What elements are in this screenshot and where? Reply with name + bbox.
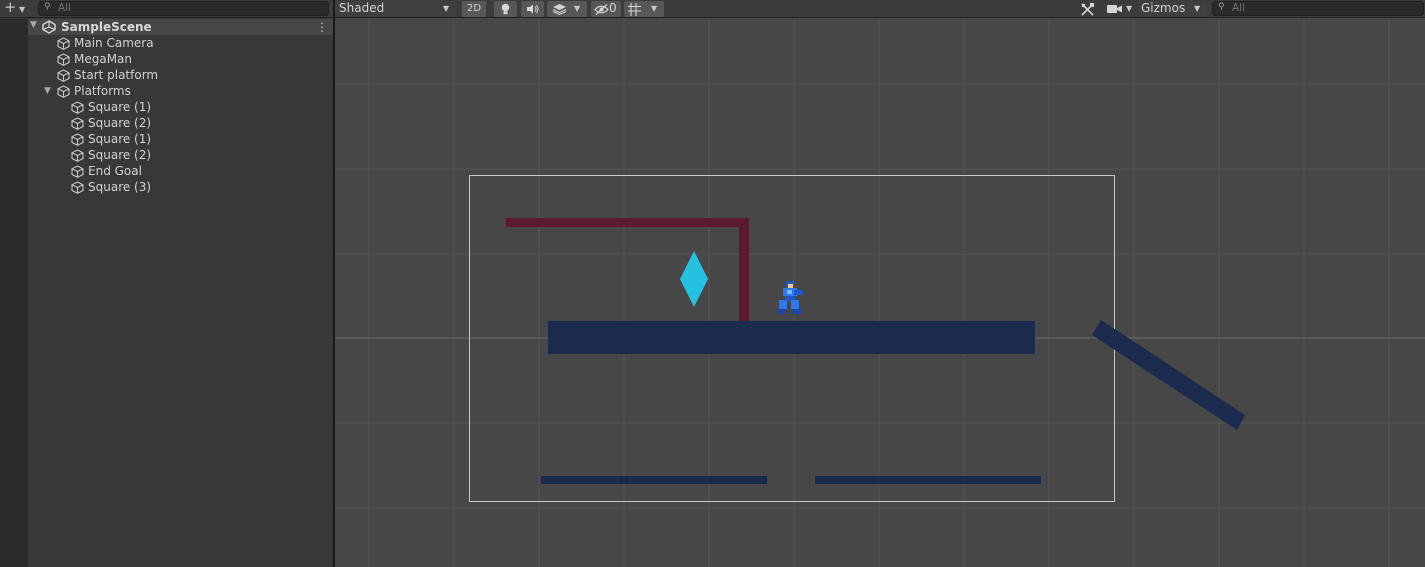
camera-icon <box>1107 5 1122 13</box>
hierarchy-panel: + ▼ ⚲ All ▼ SampleScene ⋮ Main Camera Me… <box>0 0 333 567</box>
wall-top[interactable] <box>506 218 749 227</box>
light-bulb-icon <box>501 3 510 15</box>
add-object-button[interactable]: + ▼ <box>2 0 30 17</box>
item-label: MegaMan <box>74 52 133 66</box>
item-label: Start platform <box>74 68 159 82</box>
hierarchy-toolbar: + ▼ ⚲ All <box>0 0 333 18</box>
chevron-down-icon: ▼ <box>574 4 581 13</box>
cube-icon <box>71 165 84 182</box>
tools-button[interactable] <box>1076 1 1099 17</box>
eye-slash-icon <box>594 4 609 15</box>
scene-canvas[interactable] <box>335 19 1425 567</box>
item-label: Square (3) <box>88 180 152 194</box>
item-label: Square (1) <box>88 132 152 146</box>
hierarchy-search-input[interactable]: ⚲ All <box>38 1 329 16</box>
more-options-icon[interactable]: ⋮ <box>316 19 328 35</box>
search-icon: ⚲ <box>1218 2 1225 12</box>
unity-scene-icon <box>42 20 56 37</box>
scene-search-placeholder: All <box>1232 2 1246 14</box>
effects-dropdown[interactable]: ▼ <box>547 1 587 17</box>
scene-grid <box>335 19 1425 567</box>
chevron-down-icon: ▼ <box>1194 4 1201 13</box>
grid-snap-icon <box>628 3 641 16</box>
cube-icon <box>57 53 70 70</box>
2d-mode-button[interactable]: 2D <box>462 1 486 17</box>
scene-root-item[interactable]: ▼ SampleScene ⋮ <box>28 19 333 35</box>
search-icon: ⚲ <box>44 2 51 12</box>
scene-toolbar: Shaded ▼ 2D ▼ 0 ▼ ▼ Gizmos ▼ ⚲ All <box>335 0 1425 18</box>
hierarchy-gutter <box>0 19 28 567</box>
chevron-down-icon: ▼ <box>1126 4 1133 13</box>
scene-view: Shaded ▼ 2D ▼ 0 ▼ ▼ Gizmos ▼ ⚲ All <box>335 0 1425 567</box>
chevron-down-icon: ▼ <box>443 4 450 13</box>
chevron-down-icon: ▼ <box>19 5 26 14</box>
megaman-sprite[interactable] <box>777 281 803 314</box>
gizmos-label: Gizmos <box>1141 1 1186 15</box>
cube-icon <box>57 85 70 102</box>
scene-name: SampleScene <box>61 20 152 34</box>
item-label: Square (2) <box>88 148 152 162</box>
item-label: Square (1) <box>88 100 152 114</box>
item-label: Main Camera <box>74 36 154 50</box>
platform-square[interactable] <box>815 476 1041 484</box>
gizmos-dropdown[interactable]: Gizmos ▼ <box>1138 1 1207 17</box>
plus-icon: + <box>4 0 17 16</box>
audio-toggle[interactable] <box>521 1 544 17</box>
platform-square[interactable] <box>541 476 767 484</box>
scene-search-input[interactable]: ⚲ All <box>1212 1 1424 16</box>
hierarchy-search-placeholder: All <box>58 2 72 14</box>
cube-icon <box>57 69 70 86</box>
start-platform[interactable] <box>548 321 1035 354</box>
scene-camera-dropdown[interactable]: ▼ <box>1105 1 1137 17</box>
cube-icon <box>71 101 84 118</box>
cube-icon <box>71 181 84 198</box>
lighting-toggle[interactable] <box>494 1 517 17</box>
cube-icon <box>71 133 84 150</box>
item-label: Platforms <box>74 84 131 98</box>
shading-mode-dropdown[interactable]: Shaded ▼ <box>335 1 456 17</box>
grid-snapping-dropdown[interactable]: ▼ <box>624 1 664 17</box>
end-goal[interactable] <box>680 251 708 307</box>
hidden-count: 0 <box>609 1 617 15</box>
cube-icon <box>57 37 70 54</box>
item-label: End Goal <box>88 164 142 178</box>
layers-icon <box>552 4 567 15</box>
shading-mode-label: Shaded <box>339 1 385 15</box>
tools-icon <box>1081 3 1094 16</box>
speaker-icon <box>527 4 539 14</box>
cube-icon <box>71 149 84 166</box>
item-label: Square (2) <box>88 116 152 130</box>
cube-icon <box>71 117 84 134</box>
expand-arrow-icon[interactable]: ▼ <box>44 86 51 96</box>
hidden-objects-toggle[interactable]: 0 <box>591 1 621 17</box>
wall-side[interactable] <box>739 218 749 321</box>
chevron-down-icon: ▼ <box>651 4 658 13</box>
collapse-arrow-icon[interactable]: ▼ <box>30 20 37 30</box>
